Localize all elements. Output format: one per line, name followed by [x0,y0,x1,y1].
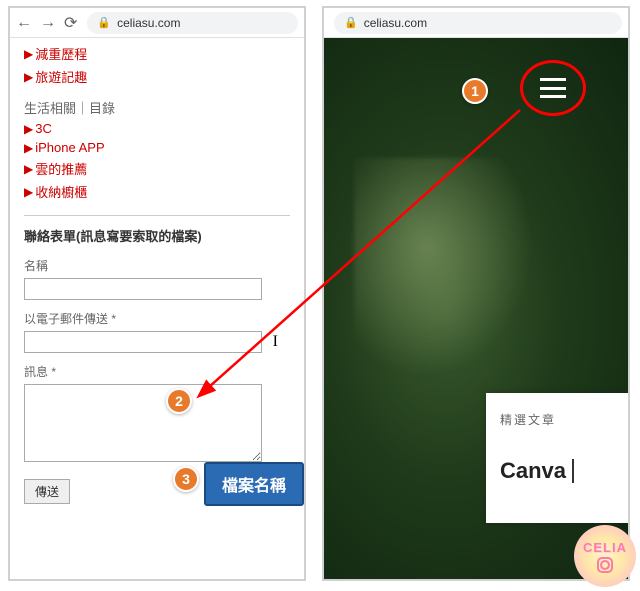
address-text: celiasu.com [117,16,180,30]
list-item[interactable]: ▶減重歷程 [24,42,290,65]
annotation-callout: 檔案名稱 [204,462,304,506]
lock-icon: 🔒 [97,16,111,29]
message-textarea[interactable] [24,384,262,462]
forward-icon[interactable]: → [40,14,56,32]
caret-icon: ▶ [24,70,33,84]
card-body: Canva [500,458,614,484]
message-label: 訊息 * [24,363,290,380]
address-text: celiasu.com [364,16,427,30]
email-label: 以電子郵件傳送 * [24,310,290,327]
annotation-badge-2: 2 [166,388,192,414]
list-item[interactable]: ▶iPhone APP [24,138,290,157]
submit-button[interactable]: 傳送 [24,479,70,504]
hamburger-menu-icon[interactable] [540,78,566,98]
text-cursor-icon: I [273,333,278,351]
email-input[interactable] [24,331,262,353]
left-page-content: ▶減重歷程 ▶旅遊記趣 生活相關｜目錄 ▶3C ▶iPhone APP ▶雲的推… [10,38,304,518]
card-heading: 精選文章 [500,411,614,428]
divider [24,215,290,216]
list-item[interactable]: ▶3C [24,119,290,138]
section-b-title: 生活相關｜目錄 [24,98,290,117]
address-bar[interactable]: 🔒 celiasu.com [87,12,298,34]
reload-icon[interactable]: ⟳ [64,13,77,33]
caret-icon: ▶ [24,162,33,176]
caret-icon: ▶ [24,185,33,199]
logo-text: CELIA [583,540,627,555]
featured-card: 精選文章 Canva [486,393,628,523]
annotation-badge-3: 3 [173,466,199,492]
right-page-content: 精選文章 Canva [324,38,628,579]
card-title: Canva [500,458,566,484]
annotation-badge-1: 1 [462,78,488,104]
list-item[interactable]: ▶雲的推薦 [24,157,290,180]
caret-icon: ▶ [24,47,33,61]
nav-controls: ← → ⟳ [16,13,77,33]
instagram-icon [597,557,613,573]
caret-icon: ▶ [24,141,33,155]
caret-icon: ▶ [24,122,33,136]
browser-toolbar: ← → ⟳ 🔒 celiasu.com [10,8,304,38]
list-item[interactable]: ▶旅遊記趣 [24,65,290,88]
name-input[interactable] [24,278,262,300]
link-list-a: ▶減重歷程 ▶旅遊記趣 [24,42,290,88]
back-icon[interactable]: ← [16,14,32,32]
link-list-b: ▶3C ▶iPhone APP ▶雲的推薦 ▶收納櫥櫃 [24,119,290,203]
watermark-logo: CELIA [574,525,636,587]
lock-icon: 🔒 [344,16,358,29]
typing-cursor-icon [572,459,574,483]
address-bar[interactable]: 🔒 celiasu.com [334,12,622,34]
form-title: 聯絡表單(訊息寫要索取的檔案) [24,226,290,245]
browser-toolbar: 🔒 celiasu.com [324,8,628,38]
list-item[interactable]: ▶收納櫥櫃 [24,180,290,203]
name-label: 名稱 [24,257,290,274]
